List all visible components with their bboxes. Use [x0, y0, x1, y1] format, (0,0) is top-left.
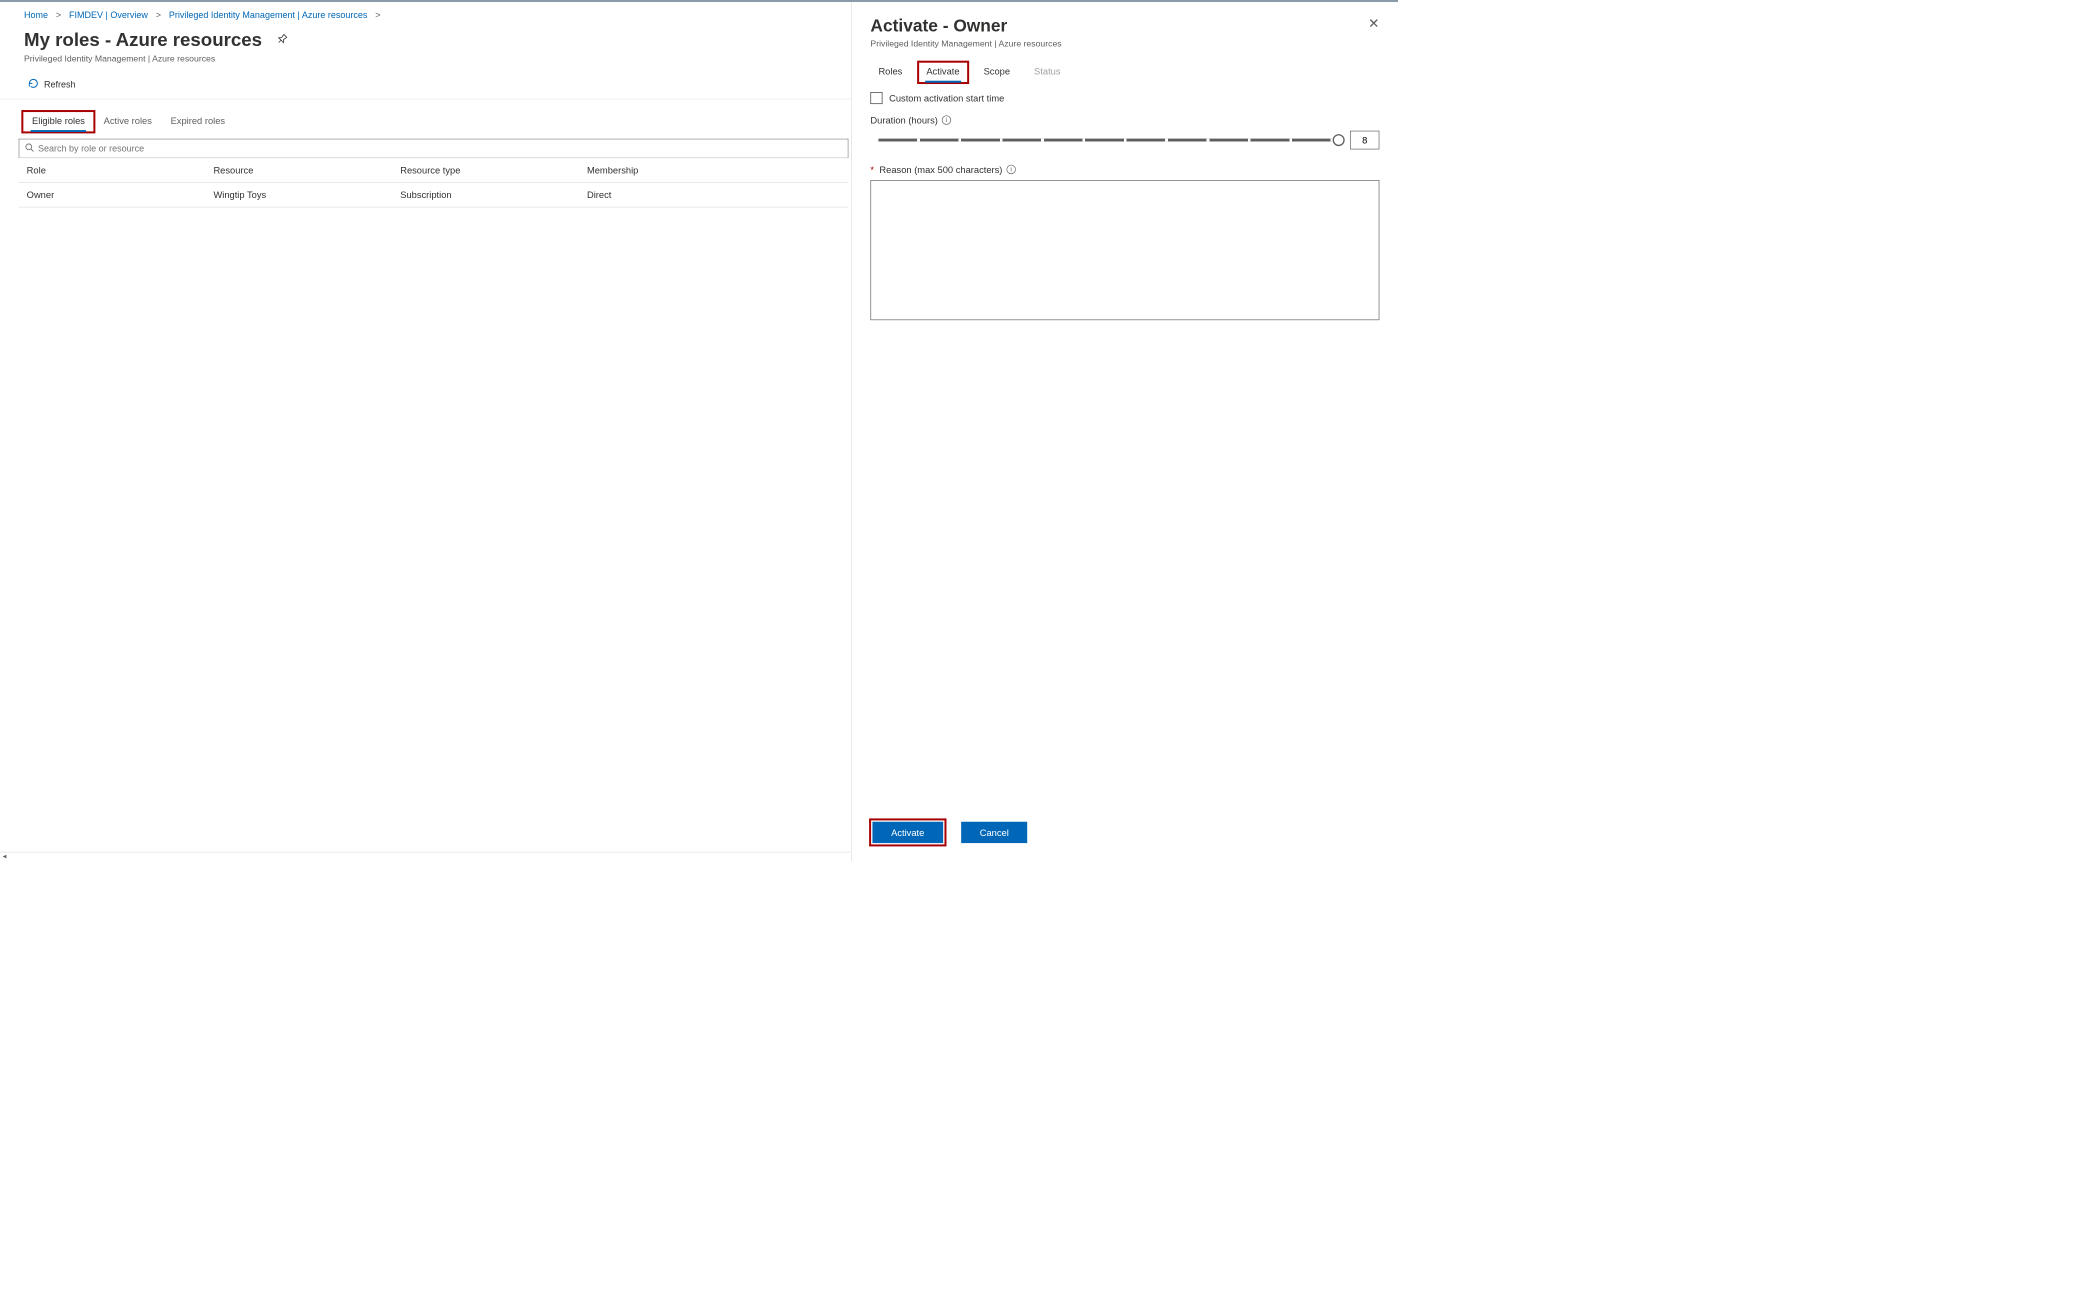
breadcrumb-sep: >: [375, 10, 380, 20]
refresh-button[interactable]: Refresh: [28, 78, 76, 91]
custom-start-checkbox[interactable]: [870, 92, 882, 104]
refresh-icon: [28, 78, 39, 91]
col-membership[interactable]: Membership: [587, 165, 734, 176]
panel-body: Custom activation start time Duration (h…: [852, 83, 1398, 808]
panel-header: Activate - Owner ✕: [852, 2, 1398, 39]
reason-label-row: * Reason (max 500 characters) i: [870, 164, 1379, 175]
duration-slider[interactable]: [878, 134, 1342, 146]
activate-panel: Activate - Owner ✕ Privileged Identity M…: [851, 2, 1398, 861]
slider-thumb[interactable]: [1333, 134, 1345, 146]
toolbar: Refresh: [0, 71, 851, 99]
close-button[interactable]: ✕: [1368, 15, 1379, 32]
ptab-status: Status: [1026, 62, 1068, 83]
pin-icon[interactable]: [272, 31, 289, 48]
search-input[interactable]: [38, 143, 842, 153]
cell-role: Owner: [27, 189, 214, 200]
tab-active-roles[interactable]: Active roles: [94, 111, 161, 132]
panel-footer: Activate Cancel: [852, 808, 1398, 861]
ptab-roles[interactable]: Roles: [870, 62, 910, 83]
cell-membership: Direct: [587, 189, 734, 200]
activate-highlight: Activate: [870, 820, 945, 845]
breadcrumb-home[interactable]: Home: [24, 10, 48, 20]
page-subtitle: Privileged Identity Management | Azure r…: [0, 53, 851, 71]
info-icon[interactable]: i: [1006, 165, 1015, 174]
tab-expired-roles[interactable]: Expired roles: [161, 111, 234, 132]
slider-track: [878, 139, 1342, 142]
roles-tabs: Eligible roles Active roles Expired role…: [0, 99, 851, 132]
main-container: Home > FIMDEV | Overview > Privileged Id…: [0, 2, 1398, 861]
search-icon: [25, 143, 34, 154]
table-row[interactable]: Owner Wingtip Toys Subscription Direct: [19, 183, 849, 208]
breadcrumb-pim[interactable]: Privileged Identity Management | Azure r…: [169, 10, 368, 20]
table-header: Role Resource Resource type Membership: [19, 158, 849, 183]
duration-input[interactable]: [1350, 131, 1379, 150]
breadcrumb: Home > FIMDEV | Overview > Privileged Id…: [0, 10, 851, 25]
ptab-scope[interactable]: Scope: [976, 62, 1018, 83]
left-pane: Home > FIMDEV | Overview > Privileged Id…: [0, 2, 851, 861]
duration-slider-row: [870, 131, 1379, 150]
required-indicator: *: [870, 164, 874, 175]
panel-title: Activate - Owner: [870, 15, 1007, 36]
refresh-label: Refresh: [44, 79, 76, 89]
custom-start-label: Custom activation start time: [889, 93, 1004, 104]
roles-table: Role Resource Resource type Membership O…: [19, 158, 849, 207]
breadcrumb-sep: >: [56, 10, 61, 20]
reason-textarea[interactable]: [870, 180, 1379, 320]
duration-label-row: Duration (hours) i: [870, 115, 1379, 126]
cell-resource-type: Subscription: [400, 189, 587, 200]
scrollbar-horizontal[interactable]: ◂: [0, 852, 851, 861]
cell-resource: Wingtip Toys: [213, 189, 400, 200]
col-role[interactable]: Role: [27, 165, 214, 176]
col-resource[interactable]: Resource: [213, 165, 400, 176]
custom-start-row: Custom activation start time: [870, 92, 1379, 104]
breadcrumb-sep: >: [156, 10, 161, 20]
reason-label: Reason (max 500 characters): [879, 164, 1002, 175]
scroll-left-icon: ◂: [3, 852, 7, 861]
activate-button[interactable]: Activate: [872, 822, 943, 843]
panel-tabs: Roles Activate Scope Status: [852, 58, 1398, 83]
panel-subtitle: Privileged Identity Management | Azure r…: [852, 39, 1398, 58]
close-icon: ✕: [1368, 17, 1379, 32]
duration-label: Duration (hours): [870, 115, 937, 126]
search-row[interactable]: [19, 139, 849, 158]
col-resource-type[interactable]: Resource type: [400, 165, 587, 176]
ptab-activate[interactable]: Activate: [918, 62, 967, 83]
info-icon[interactable]: i: [942, 115, 951, 124]
breadcrumb-overview[interactable]: FIMDEV | Overview: [69, 10, 148, 20]
page-title-row: My roles - Azure resources: [0, 25, 851, 53]
page-title: My roles - Azure resources: [24, 29, 262, 50]
cancel-button[interactable]: Cancel: [961, 822, 1027, 843]
tab-eligible-roles[interactable]: Eligible roles: [23, 111, 95, 132]
